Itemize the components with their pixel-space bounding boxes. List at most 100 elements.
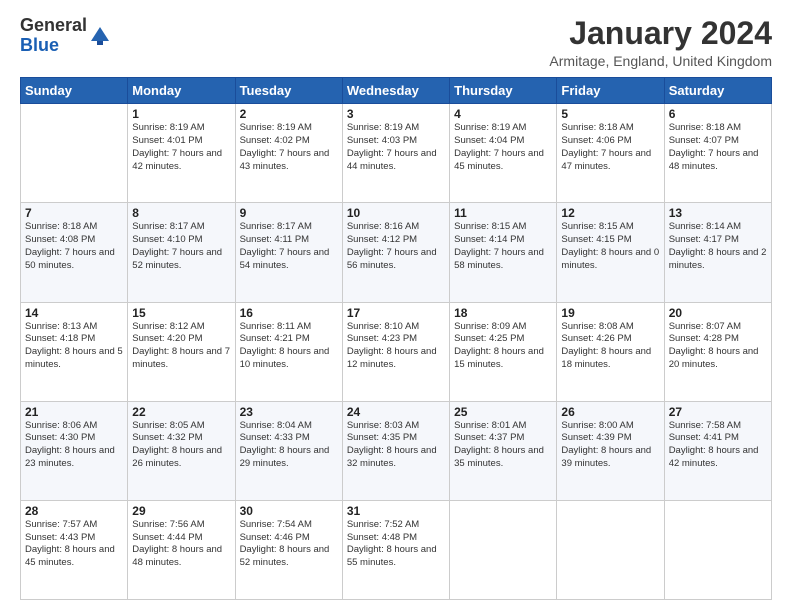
calendar-week-row: 7 Sunrise: 8:18 AMSunset: 4:08 PMDayligh…	[21, 203, 772, 302]
table-row: 7 Sunrise: 8:18 AMSunset: 4:08 PMDayligh…	[21, 203, 128, 302]
table-row	[664, 500, 771, 599]
day-info: Sunrise: 8:18 AMSunset: 4:06 PMDaylight:…	[561, 122, 659, 173]
table-row: 31 Sunrise: 7:52 AMSunset: 4:48 PMDaylig…	[342, 500, 449, 599]
day-number: 6	[669, 107, 767, 121]
table-row: 21 Sunrise: 8:06 AMSunset: 4:30 PMDaylig…	[21, 401, 128, 500]
day-number: 15	[132, 306, 230, 320]
day-number: 10	[347, 206, 445, 220]
table-row: 15 Sunrise: 8:12 AMSunset: 4:20 PMDaylig…	[128, 302, 235, 401]
day-info: Sunrise: 8:15 AMSunset: 4:15 PMDaylight:…	[561, 221, 659, 272]
col-saturday: Saturday	[664, 78, 771, 104]
col-tuesday: Tuesday	[235, 78, 342, 104]
day-number: 27	[669, 405, 767, 419]
day-number: 13	[669, 206, 767, 220]
table-row: 27 Sunrise: 7:58 AMSunset: 4:41 PMDaylig…	[664, 401, 771, 500]
day-info: Sunrise: 8:09 AMSunset: 4:25 PMDaylight:…	[454, 321, 552, 372]
table-row: 23 Sunrise: 8:04 AMSunset: 4:33 PMDaylig…	[235, 401, 342, 500]
calendar-week-row: 1 Sunrise: 8:19 AMSunset: 4:01 PMDayligh…	[21, 104, 772, 203]
table-row: 4 Sunrise: 8:19 AMSunset: 4:04 PMDayligh…	[450, 104, 557, 203]
day-number: 7	[25, 206, 123, 220]
day-number: 29	[132, 504, 230, 518]
day-info: Sunrise: 8:01 AMSunset: 4:37 PMDaylight:…	[454, 420, 552, 471]
calendar-week-row: 28 Sunrise: 7:57 AMSunset: 4:43 PMDaylig…	[21, 500, 772, 599]
table-row: 20 Sunrise: 8:07 AMSunset: 4:28 PMDaylig…	[664, 302, 771, 401]
logo-icon	[89, 23, 111, 45]
subtitle: Armitage, England, United Kingdom	[549, 53, 772, 69]
logo-general-text: General	[20, 16, 87, 36]
day-info: Sunrise: 8:19 AMSunset: 4:02 PMDaylight:…	[240, 122, 338, 173]
day-number: 20	[669, 306, 767, 320]
day-number: 12	[561, 206, 659, 220]
table-row: 13 Sunrise: 8:14 AMSunset: 4:17 PMDaylig…	[664, 203, 771, 302]
day-info: Sunrise: 8:04 AMSunset: 4:33 PMDaylight:…	[240, 420, 338, 471]
day-number: 17	[347, 306, 445, 320]
day-info: Sunrise: 7:56 AMSunset: 4:44 PMDaylight:…	[132, 519, 230, 570]
day-info: Sunrise: 8:00 AMSunset: 4:39 PMDaylight:…	[561, 420, 659, 471]
table-row: 22 Sunrise: 8:05 AMSunset: 4:32 PMDaylig…	[128, 401, 235, 500]
title-block: January 2024 Armitage, England, United K…	[549, 16, 772, 69]
header: General Blue January 2024 Armitage, Engl…	[20, 16, 772, 69]
day-number: 1	[132, 107, 230, 121]
day-info: Sunrise: 8:11 AMSunset: 4:21 PMDaylight:…	[240, 321, 338, 372]
day-info: Sunrise: 8:14 AMSunset: 4:17 PMDaylight:…	[669, 221, 767, 272]
day-info: Sunrise: 8:19 AMSunset: 4:04 PMDaylight:…	[454, 122, 552, 173]
day-info: Sunrise: 8:07 AMSunset: 4:28 PMDaylight:…	[669, 321, 767, 372]
day-info: Sunrise: 8:06 AMSunset: 4:30 PMDaylight:…	[25, 420, 123, 471]
day-number: 28	[25, 504, 123, 518]
day-number: 23	[240, 405, 338, 419]
day-info: Sunrise: 8:13 AMSunset: 4:18 PMDaylight:…	[25, 321, 123, 372]
day-number: 31	[347, 504, 445, 518]
calendar-week-row: 14 Sunrise: 8:13 AMSunset: 4:18 PMDaylig…	[21, 302, 772, 401]
day-number: 11	[454, 206, 552, 220]
table-row: 25 Sunrise: 8:01 AMSunset: 4:37 PMDaylig…	[450, 401, 557, 500]
table-row: 3 Sunrise: 8:19 AMSunset: 4:03 PMDayligh…	[342, 104, 449, 203]
table-row: 26 Sunrise: 8:00 AMSunset: 4:39 PMDaylig…	[557, 401, 664, 500]
logo-blue-text: Blue	[20, 36, 87, 56]
table-row: 29 Sunrise: 7:56 AMSunset: 4:44 PMDaylig…	[128, 500, 235, 599]
day-info: Sunrise: 8:18 AMSunset: 4:07 PMDaylight:…	[669, 122, 767, 173]
table-row: 8 Sunrise: 8:17 AMSunset: 4:10 PMDayligh…	[128, 203, 235, 302]
table-row: 9 Sunrise: 8:17 AMSunset: 4:11 PMDayligh…	[235, 203, 342, 302]
col-wednesday: Wednesday	[342, 78, 449, 104]
day-info: Sunrise: 7:57 AMSunset: 4:43 PMDaylight:…	[25, 519, 123, 570]
table-row: 14 Sunrise: 8:13 AMSunset: 4:18 PMDaylig…	[21, 302, 128, 401]
table-row: 30 Sunrise: 7:54 AMSunset: 4:46 PMDaylig…	[235, 500, 342, 599]
day-number: 2	[240, 107, 338, 121]
col-sunday: Sunday	[21, 78, 128, 104]
calendar-header-row: Sunday Monday Tuesday Wednesday Thursday…	[21, 78, 772, 104]
day-number: 30	[240, 504, 338, 518]
day-info: Sunrise: 8:10 AMSunset: 4:23 PMDaylight:…	[347, 321, 445, 372]
table-row: 24 Sunrise: 8:03 AMSunset: 4:35 PMDaylig…	[342, 401, 449, 500]
day-info: Sunrise: 8:15 AMSunset: 4:14 PMDaylight:…	[454, 221, 552, 272]
table-row: 1 Sunrise: 8:19 AMSunset: 4:01 PMDayligh…	[128, 104, 235, 203]
day-number: 5	[561, 107, 659, 121]
table-row: 12 Sunrise: 8:15 AMSunset: 4:15 PMDaylig…	[557, 203, 664, 302]
day-number: 19	[561, 306, 659, 320]
day-number: 8	[132, 206, 230, 220]
day-number: 18	[454, 306, 552, 320]
table-row: 16 Sunrise: 8:11 AMSunset: 4:21 PMDaylig…	[235, 302, 342, 401]
table-row: 10 Sunrise: 8:16 AMSunset: 4:12 PMDaylig…	[342, 203, 449, 302]
page: General Blue January 2024 Armitage, Engl…	[0, 0, 792, 612]
col-friday: Friday	[557, 78, 664, 104]
day-info: Sunrise: 8:17 AMSunset: 4:11 PMDaylight:…	[240, 221, 338, 272]
month-title: January 2024	[549, 16, 772, 51]
day-info: Sunrise: 8:08 AMSunset: 4:26 PMDaylight:…	[561, 321, 659, 372]
table-row	[450, 500, 557, 599]
day-number: 21	[25, 405, 123, 419]
day-info: Sunrise: 7:58 AMSunset: 4:41 PMDaylight:…	[669, 420, 767, 471]
day-number: 3	[347, 107, 445, 121]
day-number: 4	[454, 107, 552, 121]
day-info: Sunrise: 8:17 AMSunset: 4:10 PMDaylight:…	[132, 221, 230, 272]
day-info: Sunrise: 8:16 AMSunset: 4:12 PMDaylight:…	[347, 221, 445, 272]
table-row: 19 Sunrise: 8:08 AMSunset: 4:26 PMDaylig…	[557, 302, 664, 401]
day-info: Sunrise: 8:12 AMSunset: 4:20 PMDaylight:…	[132, 321, 230, 372]
day-number: 9	[240, 206, 338, 220]
day-number: 16	[240, 306, 338, 320]
day-number: 26	[561, 405, 659, 419]
table-row: 28 Sunrise: 7:57 AMSunset: 4:43 PMDaylig…	[21, 500, 128, 599]
table-row: 2 Sunrise: 8:19 AMSunset: 4:02 PMDayligh…	[235, 104, 342, 203]
table-row: 5 Sunrise: 8:18 AMSunset: 4:06 PMDayligh…	[557, 104, 664, 203]
calendar-table: Sunday Monday Tuesday Wednesday Thursday…	[20, 77, 772, 600]
table-row: 18 Sunrise: 8:09 AMSunset: 4:25 PMDaylig…	[450, 302, 557, 401]
